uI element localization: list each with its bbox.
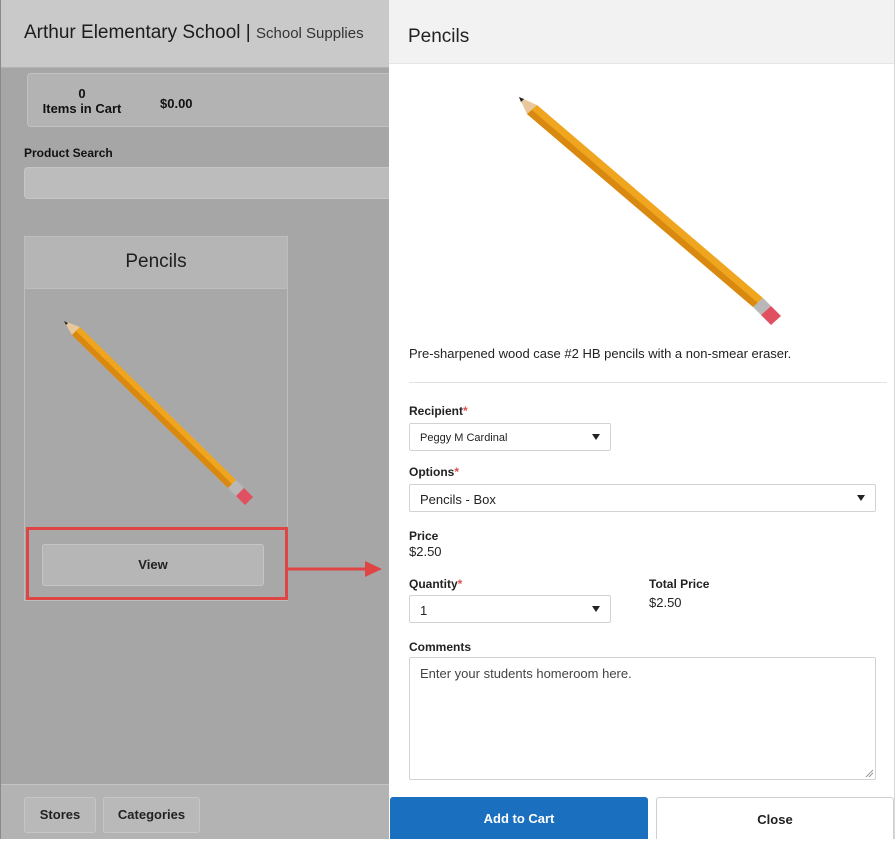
total-price-label: Total Price [649,577,710,591]
store-page: Arthur Elementary School | School Suppli… [0,0,390,839]
stores-button[interactable]: Stores [24,797,96,833]
product-description: Pre-sharpened wood case #2 HB pencils wi… [409,346,792,361]
detail-title: Pencils [389,0,894,64]
required-marker: * [457,577,463,591]
resize-grip-icon[interactable] [865,769,873,777]
header-separator: | [245,22,251,43]
recipient-label: Recipient* [409,404,468,418]
price-label: Price [409,529,439,543]
pencil-icon [64,321,253,505]
options-select[interactable]: Pencils - Box [409,484,876,512]
pencil-icon [519,97,781,325]
store-name: School Supplies [256,25,364,42]
add-to-cart-button[interactable]: Add to Cart [390,797,648,839]
cart-count-label: Items in Cart [42,101,122,116]
cart-summary[interactable]: 0 Items in Cart $0.00 [27,73,390,127]
cart-count-number: 0 [78,86,86,101]
required-marker: * [463,404,468,418]
product-search-label: Product Search [24,146,113,160]
price-value: $2.50 [409,544,442,559]
recipient-select[interactable]: Peggy M Cardinal [409,423,611,451]
product-detail-panel: Pencils Pre-sharpened wood case #2 HB pe… [389,0,895,839]
comments-label: Comments [409,640,472,654]
recipient-value: Peggy M Cardinal [420,432,508,444]
quantity-select[interactable]: 1 [409,595,611,623]
options-label-text: Options [409,465,455,479]
comments-value: Enter your students homeroom here. [420,666,632,681]
chevron-down-icon [592,434,600,440]
total-price-value: $2.50 [649,595,682,610]
school-name: Arthur Elementary School [24,22,241,43]
quantity-label: Quantity* [409,577,462,591]
required-marker: * [454,465,459,479]
chevron-down-icon [592,606,600,612]
recipient-label-text: Recipient [409,404,464,418]
cart-count: 0 Items in Cart [28,86,136,116]
quantity-label-text: Quantity [409,577,458,591]
close-button[interactable]: Close [656,797,894,839]
chevron-down-icon [857,495,865,501]
comments-textarea[interactable]: Enter your students homeroom here. [409,657,876,780]
arrow-right-icon [287,561,382,577]
store-header: Arthur Elementary School | School Suppli… [1,0,389,68]
product-search-input[interactable] [24,167,390,199]
divider [409,382,887,383]
bottom-nav: Stores Categories [1,784,390,839]
cart-total: $0.00 [160,96,193,111]
categories-button[interactable]: Categories [103,797,200,833]
quantity-value: 1 [420,603,428,618]
options-label: Options* [409,465,459,479]
view-button-highlight [26,527,288,600]
product-card-title: Pencils [25,237,287,289]
options-value: Pencils - Box [420,492,496,507]
